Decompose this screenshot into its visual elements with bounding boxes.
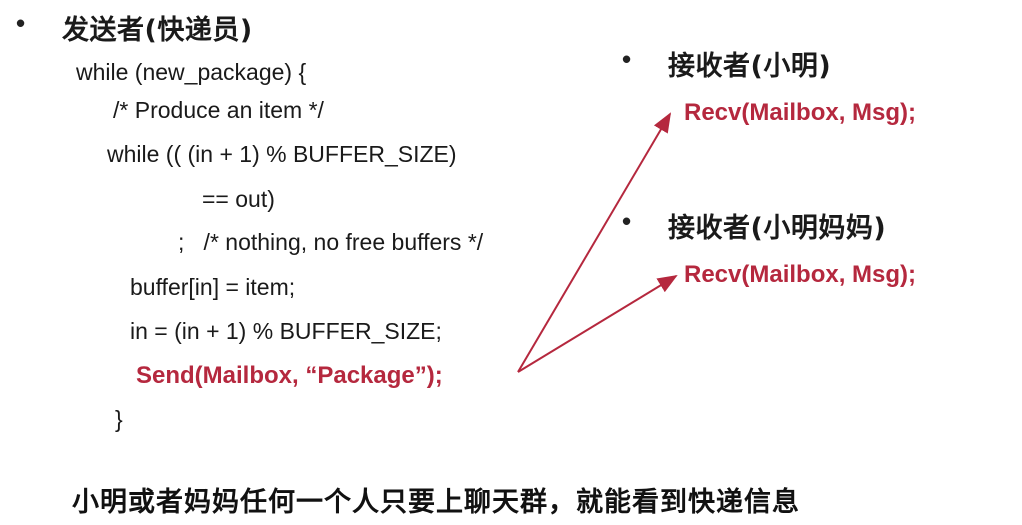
arrows-diagram (517, 112, 678, 373)
footer-note: 小明或者妈妈任何一个人只要上聊天群，就能看到快递信息 (72, 487, 800, 518)
slide: • 发送者(快递员) while (new_package) { /* Prod… (0, 0, 1022, 525)
arrow-to-xiaoming (517, 112, 672, 373)
arrow-to-mom (517, 274, 678, 373)
